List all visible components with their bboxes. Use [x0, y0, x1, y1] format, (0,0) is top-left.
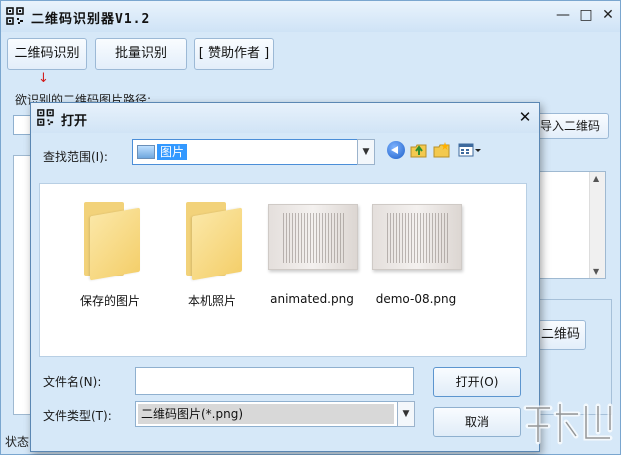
look-in-value: 图片: [157, 144, 188, 160]
file-name-field-label: 文件名(N):: [43, 375, 102, 389]
file-name-label: animated.png: [270, 292, 354, 306]
dialog-titlebar[interactable]: 打开 ✕: [31, 103, 539, 133]
arrow-down-icon: ↓: [38, 71, 49, 86]
maximize-button[interactable]: □: [575, 5, 597, 25]
app-title: 二维码识别器V1.2: [31, 12, 151, 27]
qr-app-icon: [37, 109, 54, 126]
sponsor-button[interactable]: [ 赞助作者 ]: [194, 38, 274, 70]
pictures-folder-icon: [137, 145, 155, 159]
image-thumbnail-icon: [372, 204, 462, 270]
image-file-item[interactable]: demo-08.png: [366, 198, 466, 318]
back-icon[interactable]: [387, 141, 405, 159]
look-in-combo[interactable]: 图片: [132, 139, 374, 165]
minimize-button[interactable]: —: [552, 5, 574, 25]
dialog-close-button[interactable]: ✕: [515, 107, 535, 127]
image-thumbnail-icon: [268, 204, 358, 270]
qr-app-icon: [6, 7, 24, 25]
folder-icon: [186, 202, 242, 281]
folder-item[interactable]: 本机照片: [162, 198, 262, 318]
generate-qr-button[interactable]: 二维码: [538, 320, 586, 350]
import-qr-button[interactable]: 导入二维码: [531, 113, 609, 139]
cancel-button[interactable]: 取消: [433, 407, 521, 437]
chevron-down-icon[interactable]: ▼: [397, 401, 415, 427]
folder-item[interactable]: 保存的图片: [60, 198, 160, 318]
file-type-label: 文件类型(T):: [43, 409, 112, 423]
scrollbar[interactable]: ▲ ▼: [589, 172, 605, 278]
open-file-dialog: 打开 ✕ 查找范围(I): 图片 ▼ 保存的图片 本机照片 animated.p…: [30, 102, 540, 452]
result-textarea[interactable]: ▲ ▼: [538, 171, 606, 279]
chevron-down-icon[interactable]: ▼: [357, 139, 375, 165]
dialog-title: 打开: [61, 114, 88, 129]
file-list[interactable]: 保存的图片 本机照片 animated.png demo-08.png: [39, 183, 527, 357]
up-folder-icon[interactable]: [410, 141, 428, 159]
folder-icon: [84, 202, 140, 281]
look-in-label: 查找范围(I):: [43, 150, 108, 164]
main-titlebar: 二维码识别器V1.2 — □ ✕: [1, 1, 620, 32]
qr-recognize-button[interactable]: 二维码识别: [7, 38, 87, 70]
file-name-input[interactable]: [135, 367, 414, 395]
open-button[interactable]: 打开(O): [433, 367, 521, 397]
file-name-label: demo-08.png: [375, 292, 457, 306]
new-folder-icon[interactable]: [433, 141, 451, 159]
watermark-logo: [523, 401, 613, 445]
view-menu-icon[interactable]: [458, 141, 482, 159]
file-type-select[interactable]: 二维码图片(*.png): [135, 401, 415, 427]
image-file-item[interactable]: animated.png: [262, 198, 362, 318]
close-button[interactable]: ✕: [597, 5, 619, 25]
batch-recognize-button[interactable]: 批量识别: [95, 38, 187, 70]
file-type-value: 二维码图片(*.png): [138, 404, 394, 424]
scroll-down-icon[interactable]: ▼: [593, 267, 599, 276]
scroll-up-icon[interactable]: ▲: [593, 174, 599, 183]
status-label: 状态:: [5, 435, 34, 449]
